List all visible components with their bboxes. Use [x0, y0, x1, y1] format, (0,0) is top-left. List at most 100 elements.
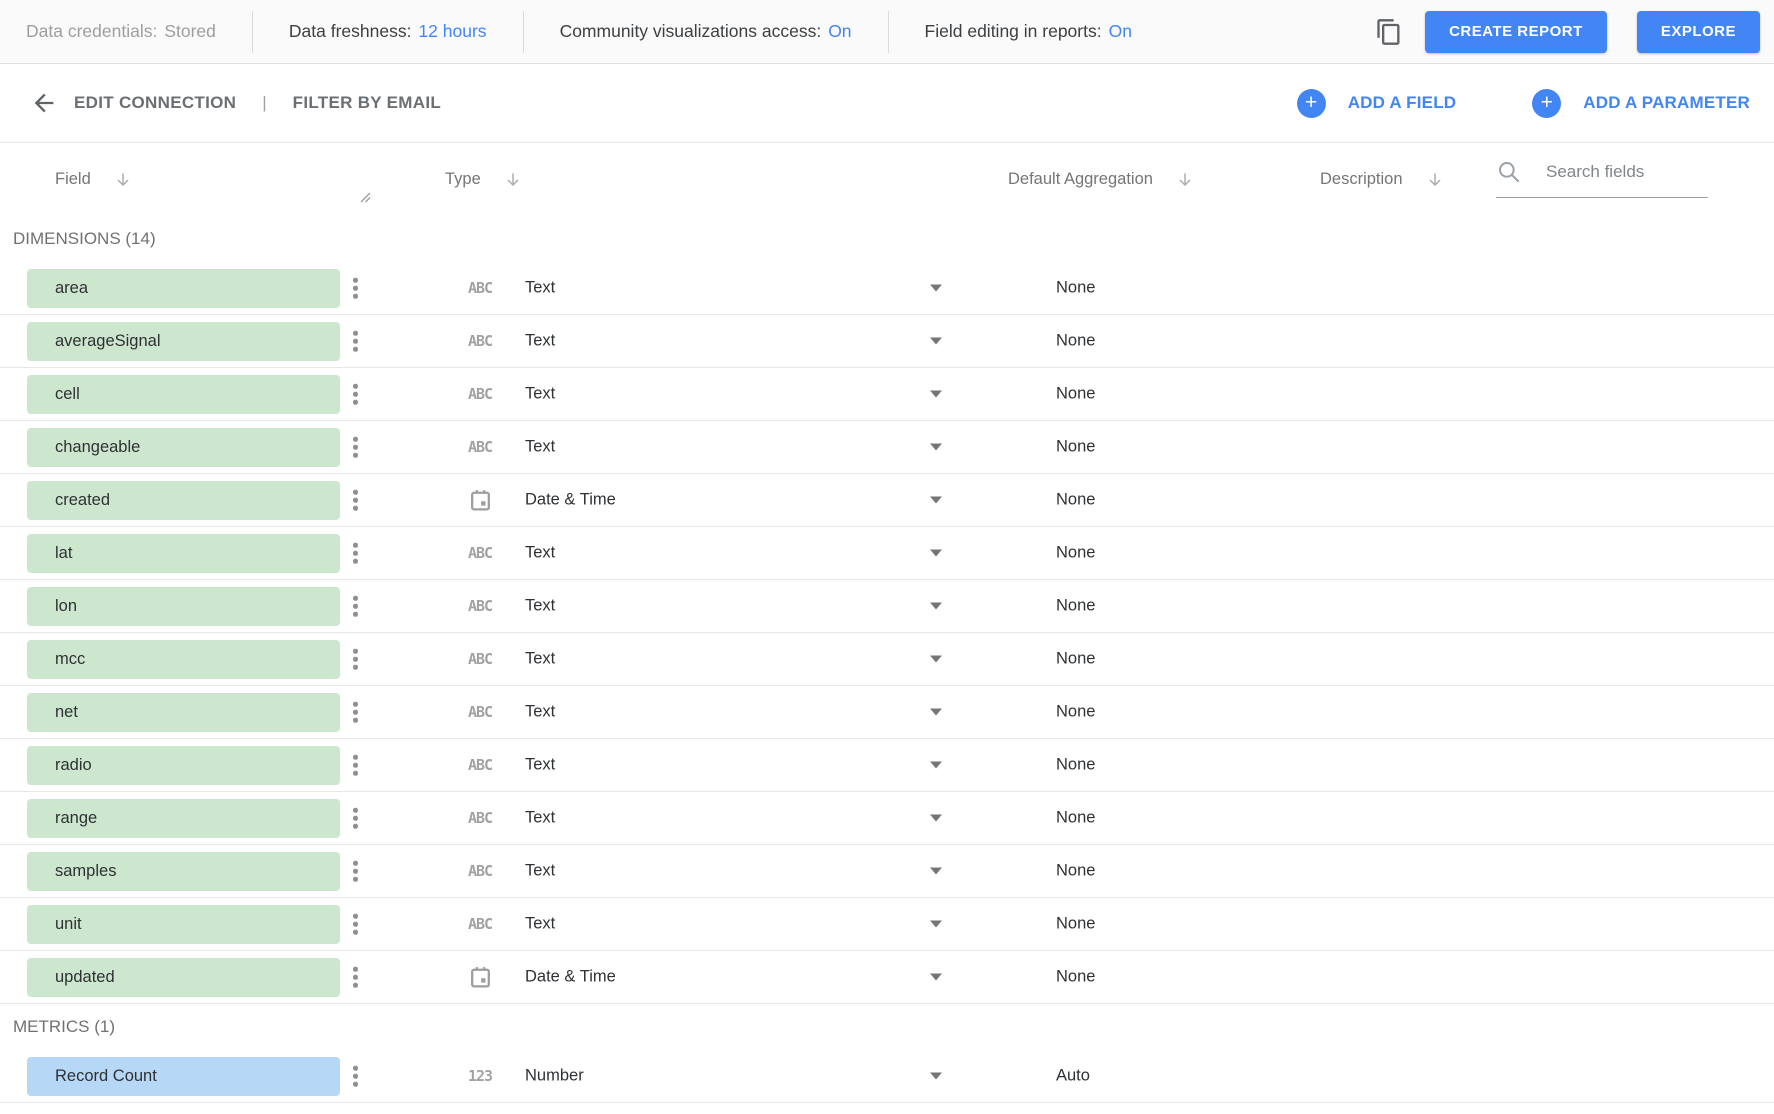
sort-aggregation-icon[interactable]	[1175, 170, 1195, 190]
text-type-icon: ABC	[456, 385, 504, 403]
text-type-icon: ABC	[456, 862, 504, 880]
field-type-value[interactable]: Text	[525, 862, 555, 881]
type-dropdown-arrow-icon[interactable]	[930, 391, 942, 398]
more-options-icon[interactable]	[349, 645, 362, 674]
more-options-icon[interactable]	[349, 433, 362, 462]
field-chip[interactable]: lat	[27, 534, 340, 573]
more-options-icon[interactable]	[349, 486, 362, 515]
type-dropdown-arrow-icon[interactable]	[930, 709, 942, 716]
community-viz-label: Community visualizations access:	[560, 21, 822, 42]
field-editing-item[interactable]: Field editing in reports: On	[925, 21, 1132, 42]
sort-description-icon[interactable]	[1425, 170, 1445, 190]
aggregation-value: None	[1056, 385, 1095, 404]
field-chip[interactable]: cell	[27, 375, 340, 414]
field-type-value[interactable]: Text	[525, 650, 555, 669]
sort-field-icon[interactable]	[113, 170, 133, 190]
type-dropdown-arrow-icon[interactable]	[930, 656, 942, 663]
more-options-icon[interactable]	[349, 751, 362, 780]
field-editing-value[interactable]: On	[1109, 21, 1132, 42]
more-options-icon[interactable]	[349, 380, 362, 409]
field-chip[interactable]: radio	[27, 746, 340, 785]
more-options-icon[interactable]	[349, 539, 362, 568]
type-dropdown-arrow-icon[interactable]	[930, 497, 942, 504]
aggregation-column-header: Default Aggregation	[1008, 170, 1153, 189]
field-chip[interactable]: range	[27, 799, 340, 838]
field-type-value[interactable]: Date & Time	[525, 968, 616, 987]
field-chip[interactable]: unit	[27, 905, 340, 944]
field-name: lon	[55, 597, 77, 616]
field-chip[interactable]: created	[27, 481, 340, 520]
number-type-icon: 123	[456, 1067, 504, 1085]
add-a-parameter-button[interactable]: + ADD A PARAMETER	[1532, 89, 1750, 118]
field-chip[interactable]: lon	[27, 587, 340, 626]
type-dropdown-arrow-icon[interactable]	[930, 285, 942, 292]
data-freshness-value[interactable]: 12 hours	[418, 21, 486, 42]
type-dropdown-arrow-icon[interactable]	[930, 815, 942, 822]
field-type-value[interactable]: Text	[525, 332, 555, 351]
field-chip[interactable]: Record Count	[27, 1057, 340, 1096]
search-fields-input[interactable]	[1546, 162, 1696, 182]
field-type-value[interactable]: Text	[525, 438, 555, 457]
column-resize-grip-icon[interactable]	[358, 189, 371, 208]
aggregation-value: None	[1056, 703, 1095, 722]
data-credentials-value[interactable]: Stored	[164, 21, 216, 42]
plus-icon: +	[1532, 89, 1561, 118]
type-dropdown-arrow-icon[interactable]	[930, 603, 942, 610]
field-type-value[interactable]: Text	[525, 809, 555, 828]
field-chip[interactable]: samples	[27, 852, 340, 891]
more-options-icon[interactable]	[349, 804, 362, 833]
type-dropdown-arrow-icon[interactable]	[930, 974, 942, 981]
type-dropdown-arrow-icon[interactable]	[930, 921, 942, 928]
type-dropdown-arrow-icon[interactable]	[930, 868, 942, 875]
more-options-icon[interactable]	[349, 963, 362, 992]
type-dropdown-arrow-icon[interactable]	[930, 1073, 942, 1080]
search-fields-box[interactable]	[1496, 159, 1708, 198]
more-options-icon[interactable]	[349, 1062, 362, 1091]
add-a-field-button[interactable]: + ADD A FIELD	[1297, 89, 1457, 118]
edit-connection-button[interactable]: EDIT CONNECTION	[74, 93, 236, 113]
more-options-icon[interactable]	[349, 698, 362, 727]
type-dropdown-arrow-icon[interactable]	[930, 338, 942, 345]
field-type-value[interactable]: Date & Time	[525, 491, 616, 510]
field-type-value[interactable]: Text	[525, 279, 555, 298]
type-dropdown-arrow-icon[interactable]	[930, 550, 942, 557]
field-type-value[interactable]: Text	[525, 385, 555, 404]
field-chip[interactable]: area	[27, 269, 340, 308]
field-type-value[interactable]: Text	[525, 544, 555, 563]
field-chip[interactable]: net	[27, 693, 340, 732]
plus-icon: +	[1297, 89, 1326, 118]
field-chip[interactable]: averageSignal	[27, 322, 340, 361]
field-chip[interactable]: mcc	[27, 640, 340, 679]
aggregation-value: None	[1056, 597, 1095, 616]
type-column-header: Type	[445, 170, 481, 189]
back-arrow-icon[interactable]	[30, 89, 58, 117]
more-options-icon[interactable]	[349, 274, 362, 303]
type-dropdown-arrow-icon[interactable]	[930, 444, 942, 451]
more-options-icon[interactable]	[349, 592, 362, 621]
community-viz-value[interactable]: On	[828, 21, 851, 42]
data-credentials-label: Data credentials:	[26, 21, 157, 42]
field-name: cell	[55, 385, 80, 404]
create-report-button[interactable]: CREATE REPORT	[1425, 11, 1607, 53]
field-type-value[interactable]: Text	[525, 756, 555, 775]
community-viz-item[interactable]: Community visualizations access: On	[560, 21, 852, 42]
field-type-value[interactable]: Text	[525, 915, 555, 934]
field-type-value[interactable]: Number	[525, 1067, 584, 1086]
sort-type-icon[interactable]	[503, 170, 523, 190]
field-chip[interactable]: updated	[27, 958, 340, 997]
explore-button[interactable]: EXPLORE	[1637, 11, 1760, 53]
field-type-value[interactable]: Text	[525, 597, 555, 616]
field-chip[interactable]: changeable	[27, 428, 340, 467]
text-type-icon: ABC	[456, 809, 504, 827]
data-credentials-item[interactable]: Data credentials: Stored	[26, 21, 216, 42]
data-freshness-item[interactable]: Data freshness: 12 hours	[289, 21, 487, 42]
copy-icon[interactable]	[1375, 18, 1403, 46]
more-options-icon[interactable]	[349, 857, 362, 886]
divider	[523, 11, 524, 53]
field-type-value[interactable]: Text	[525, 703, 555, 722]
toolbar-divider: |	[262, 93, 266, 113]
type-dropdown-arrow-icon[interactable]	[930, 762, 942, 769]
more-options-icon[interactable]	[349, 327, 362, 356]
more-options-icon[interactable]	[349, 910, 362, 939]
filter-by-email-button[interactable]: FILTER BY EMAIL	[293, 93, 441, 113]
